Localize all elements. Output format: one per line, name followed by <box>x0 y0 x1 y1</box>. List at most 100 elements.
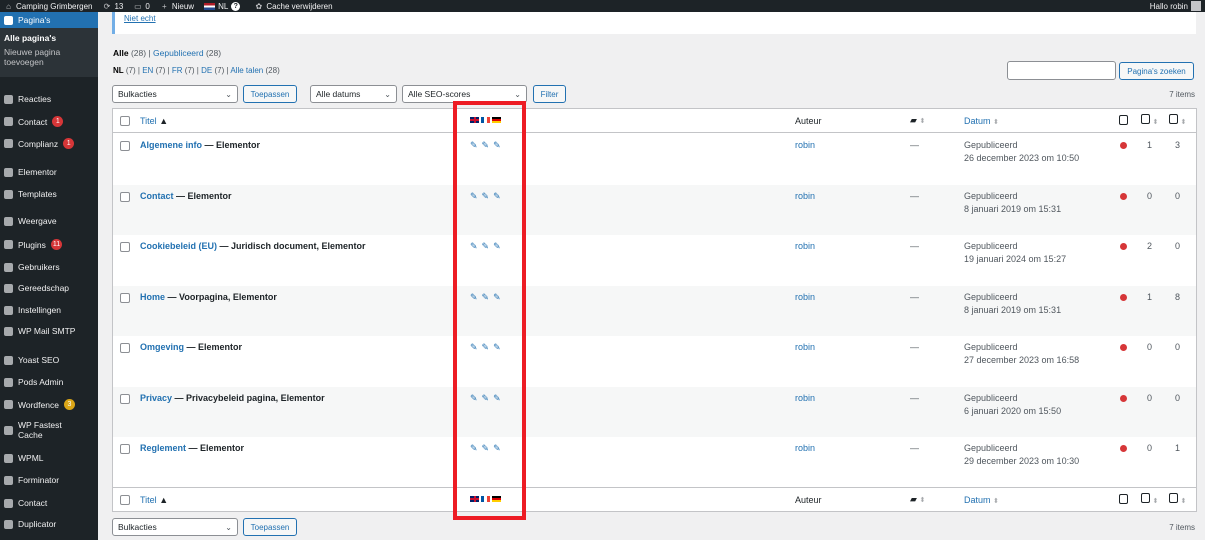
filter-published[interactable]: Gepubliceerd <box>153 48 204 58</box>
sidebar-item-wordfence[interactable]: Wordfence 3 <box>0 399 98 410</box>
sidebar-item-wp-fastest-cache[interactable]: WP Fastest Cache <box>0 420 98 440</box>
search-input[interactable] <box>1007 61 1116 80</box>
title-column-footer[interactable]: Titel ▲ <box>140 495 168 505</box>
comments-link[interactable]: ▭ 0 <box>133 2 150 11</box>
page-title-link[interactable]: Privacy <box>140 393 172 403</box>
author-link[interactable]: robin <box>795 342 815 352</box>
sidebar-item-wp-mail-smtp[interactable]: WP Mail SMTP <box>0 326 98 336</box>
submenu-add-page[interactable]: Nieuwe pagina toevoegen <box>4 47 74 67</box>
page-title-link[interactable]: Omgeving <box>140 342 184 352</box>
edit-fr-pencil-icon[interactable]: ✎ <box>482 241 494 251</box>
edit-fr-pencil-icon[interactable]: ✎ <box>482 393 494 403</box>
search-pages-button[interactable]: Pagina's zoeken <box>1119 62 1194 80</box>
row-checkbox[interactable] <box>120 343 130 353</box>
sidebar-item-reacties[interactable]: Reacties <box>0 94 98 104</box>
author-link[interactable]: robin <box>795 140 815 150</box>
author-link[interactable]: robin <box>795 292 815 302</box>
my-account[interactable]: Hallo robin <box>1150 1 1201 11</box>
row-checkbox[interactable] <box>120 141 130 151</box>
seo-score-column-footer[interactable] <box>1119 494 1128 506</box>
date-column-footer[interactable]: Datum ⬍ <box>964 495 999 505</box>
incoming-links-column-footer[interactable]: ⬍ <box>1169 493 1186 505</box>
comments-column-header[interactable]: ▰ ⬍ <box>910 115 925 126</box>
page-title-link[interactable]: Reglement <box>140 443 186 453</box>
notice-link[interactable]: Niet echt <box>124 14 156 23</box>
sidebar-item-contact[interactable]: Contact <box>0 498 98 508</box>
menu-pages[interactable]: Pagina's <box>0 12 98 28</box>
author-link[interactable]: robin <box>795 191 815 201</box>
edit-fr-pencil-icon[interactable]: ✎ <box>482 342 494 352</box>
sidebar-item-wpml[interactable]: WPML <box>0 453 98 463</box>
select-all-checkbox[interactable] <box>120 116 130 126</box>
submenu-all-pages[interactable]: Alle pagina's <box>4 33 98 43</box>
lang-filter-all[interactable]: Alle talen <box>230 66 263 75</box>
bulk-actions-select-bottom[interactable]: Bulkacties ⌄ <box>112 518 238 536</box>
seo-score-column-header[interactable] <box>1119 115 1128 127</box>
sidebar-item-templates[interactable]: Templates <box>0 189 98 199</box>
filter-all[interactable]: Alle <box>113 48 129 58</box>
outgoing-links-column-footer[interactable]: ⬍ <box>1141 493 1158 505</box>
filter-button[interactable]: Filter <box>533 85 566 103</box>
sidebar-item-yoast-seo[interactable]: Yoast SEO <box>0 355 98 365</box>
sidebar-item-gebruikers[interactable]: Gebruikers <box>0 262 98 272</box>
sidebar-item-instellingen[interactable]: Instellingen <box>0 305 98 315</box>
edit-de-pencil-icon[interactable]: ✎ <box>493 140 505 150</box>
edit-en-pencil-icon[interactable]: ✎ <box>470 241 482 251</box>
bulk-actions-select[interactable]: Bulkacties ⌄ <box>112 85 238 103</box>
outgoing-links-column-header[interactable]: ⬍ <box>1141 114 1158 126</box>
apply-button[interactable]: Toepassen <box>243 85 297 103</box>
sidebar-item-duplicator[interactable]: Duplicator <box>0 519 98 529</box>
edit-en-pencil-icon[interactable]: ✎ <box>470 342 482 352</box>
sidebar-item-complianz[interactable]: Complianz 1 <box>0 138 98 149</box>
clear-cache-link[interactable]: ✿ Cache verwijderen <box>254 2 332 11</box>
author-link[interactable]: robin <box>795 241 815 251</box>
sidebar-item-gereedschap[interactable]: Gereedschap <box>0 283 98 293</box>
edit-en-pencil-icon[interactable]: ✎ <box>470 292 482 302</box>
page-title-link[interactable]: Home <box>140 292 165 302</box>
new-content-link[interactable]: + Nieuw <box>160 2 194 11</box>
row-checkbox[interactable] <box>120 242 130 252</box>
edit-fr-pencil-icon[interactable]: ✎ <box>482 292 494 302</box>
sidebar-item-elementor[interactable]: Elementor <box>0 167 98 177</box>
comments-column-footer[interactable]: ▰ ⬍ <box>910 494 925 505</box>
edit-de-pencil-icon[interactable]: ✎ <box>493 342 505 352</box>
updates-link[interactable]: ⟳ 13 <box>102 2 124 11</box>
edit-en-pencil-icon[interactable]: ✎ <box>470 393 482 403</box>
edit-de-pencil-icon[interactable]: ✎ <box>493 443 505 453</box>
date-column-header[interactable]: Datum ⬍ <box>964 116 999 126</box>
edit-de-pencil-icon[interactable]: ✎ <box>493 241 505 251</box>
seo-score-select[interactable]: Alle SEO-scores ⌄ <box>402 85 527 103</box>
dates-select[interactable]: Alle datums ⌄ <box>310 85 397 103</box>
edit-en-pencil-icon[interactable]: ✎ <box>470 443 482 453</box>
sidebar-item-contact[interactable]: Contact 1 <box>0 116 98 127</box>
lang-filter-en[interactable]: EN <box>142 66 153 75</box>
select-all-checkbox-footer[interactable] <box>120 495 130 505</box>
page-title-link[interactable]: Cookiebeleid (EU) <box>140 241 217 251</box>
row-checkbox[interactable] <box>120 393 130 404</box>
edit-en-pencil-icon[interactable]: ✎ <box>470 191 482 201</box>
edit-de-pencil-icon[interactable]: ✎ <box>493 393 505 403</box>
edit-en-pencil-icon[interactable]: ✎ <box>470 140 482 150</box>
sidebar-item-weergave[interactable]: Weergave <box>0 216 98 226</box>
edit-fr-pencil-icon[interactable]: ✎ <box>482 443 494 453</box>
apply-button-bottom[interactable]: Toepassen <box>243 518 297 536</box>
author-link[interactable]: robin <box>795 393 815 403</box>
edit-fr-pencil-icon[interactable]: ✎ <box>482 140 494 150</box>
language-switcher[interactable]: NL ? <box>204 1 241 11</box>
incoming-links-column-header[interactable]: ⬍ <box>1169 114 1186 126</box>
sidebar-item-forminator[interactable]: Forminator <box>0 475 98 485</box>
site-name-link[interactable]: ⌂ Camping Grimbergen <box>4 2 92 11</box>
row-checkbox[interactable] <box>120 292 130 303</box>
lang-filter-fr[interactable]: FR <box>172 66 183 75</box>
sidebar-item-pods-admin[interactable]: Pods Admin <box>0 377 98 387</box>
page-title-link[interactable]: Algemene info <box>140 140 202 150</box>
edit-de-pencil-icon[interactable]: ✎ <box>493 292 505 302</box>
lang-filter-de[interactable]: DE <box>201 66 212 75</box>
lang-filter-nl[interactable]: NL <box>113 66 124 75</box>
edit-fr-pencil-icon[interactable]: ✎ <box>482 191 494 201</box>
edit-de-pencil-icon[interactable]: ✎ <box>493 191 505 201</box>
sidebar-item-plugins[interactable]: Plugins 11 <box>0 239 98 250</box>
page-title-link[interactable]: Contact <box>140 191 174 201</box>
row-checkbox[interactable] <box>120 191 130 202</box>
row-checkbox[interactable] <box>120 444 130 454</box>
